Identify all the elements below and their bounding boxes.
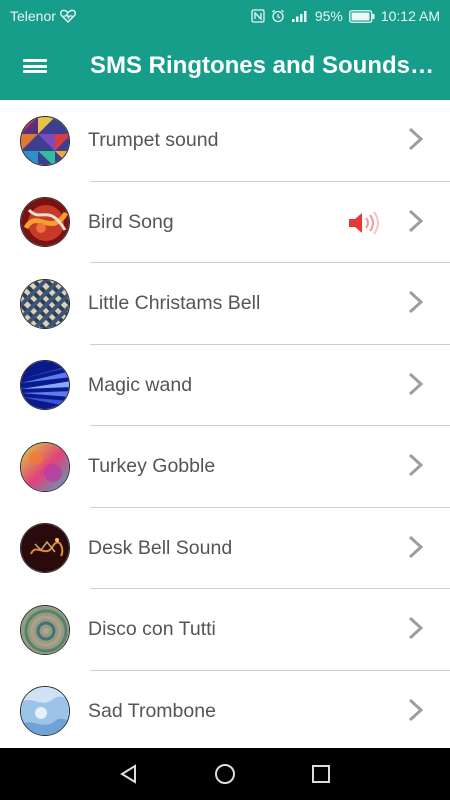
signal-icon [291, 11, 307, 22]
ringtone-name: Little Christams Bell [88, 292, 261, 315]
nfc-icon [251, 9, 265, 23]
ringtone-name: Bird Song [88, 210, 174, 233]
chevron-right-icon [408, 372, 424, 395]
home-button[interactable] [212, 761, 238, 787]
ringtone-row[interactable]: Turkey Gobble [0, 426, 450, 508]
chevron-right-icon [408, 128, 424, 150]
hamburger-menu-icon [23, 57, 47, 76]
chevron-right-icon [408, 617, 424, 639]
app-title: SMS Ringtones and Sounds f... [90, 52, 435, 79]
ringtone-name: Magic wand [88, 373, 193, 396]
chevron-right-icon [408, 291, 424, 313]
ringtone-row[interactable]: Magic wand [0, 345, 450, 426]
ringtone-name: Sad Trombone [88, 699, 216, 722]
ringtone-thumbnail [20, 360, 70, 411]
ringtone-name: Disco con Tutti [88, 618, 216, 641]
chevron-right-icon [408, 698, 424, 721]
ringtone-row[interactable]: Sad Trombone [0, 671, 450, 749]
ringtone-thumbnail [20, 115, 70, 166]
back-triangle-icon [120, 764, 136, 784]
ringtone-thumbnail [20, 604, 70, 655]
chevron-right-icon [408, 535, 424, 558]
ringtone-name: Trumpet sound [88, 129, 219, 152]
recents-square-icon [312, 765, 330, 783]
status-bar: Telenor 95% 10:12 AM [0, 0, 450, 32]
heart-pulse-icon [59, 9, 76, 23]
ringtone-row[interactable]: Disco con Tutti [0, 589, 450, 671]
navigation-bar [0, 748, 450, 800]
ringtone-row[interactable]: Desk Bell Sound [0, 508, 450, 589]
menu-button[interactable] [0, 32, 70, 100]
ringtone-row[interactable]: Bird Song [0, 182, 450, 263]
chevron-right-icon [408, 454, 424, 476]
ringtone-row[interactable]: Trumpet sound [0, 100, 450, 182]
recents-button[interactable] [308, 761, 334, 787]
ringtone-thumbnail [20, 197, 70, 248]
alarm-icon [271, 9, 284, 23]
ringtone-thumbnail [20, 441, 70, 492]
home-circle-icon [215, 764, 235, 784]
carrier-name: Telenor [10, 8, 56, 24]
back-button[interactable] [116, 761, 142, 787]
ringtone-name: Turkey Gobble [88, 455, 216, 478]
battery-percent: 95% [314, 8, 343, 24]
speaker-playing-icon [349, 210, 379, 235]
clock-time: 10:12 AM [380, 8, 440, 24]
ringtone-thumbnail [20, 278, 70, 329]
app-bar: SMS Ringtones and Sounds f... [0, 32, 450, 100]
ringtone-row[interactable]: Little Christams Bell [0, 263, 450, 345]
ringtone-thumbnail [20, 686, 70, 737]
battery-icon [348, 9, 375, 23]
chevron-right-icon [408, 209, 424, 232]
ringtone-name: Desk Bell Sound [88, 536, 233, 559]
ringtone-thumbnail [20, 523, 70, 574]
status-right: 95% 10:12 AM [251, 8, 440, 24]
ringtone-list: Trumpet sound Bird Song Little Christams… [0, 100, 450, 748]
status-left: Telenor [10, 8, 76, 24]
